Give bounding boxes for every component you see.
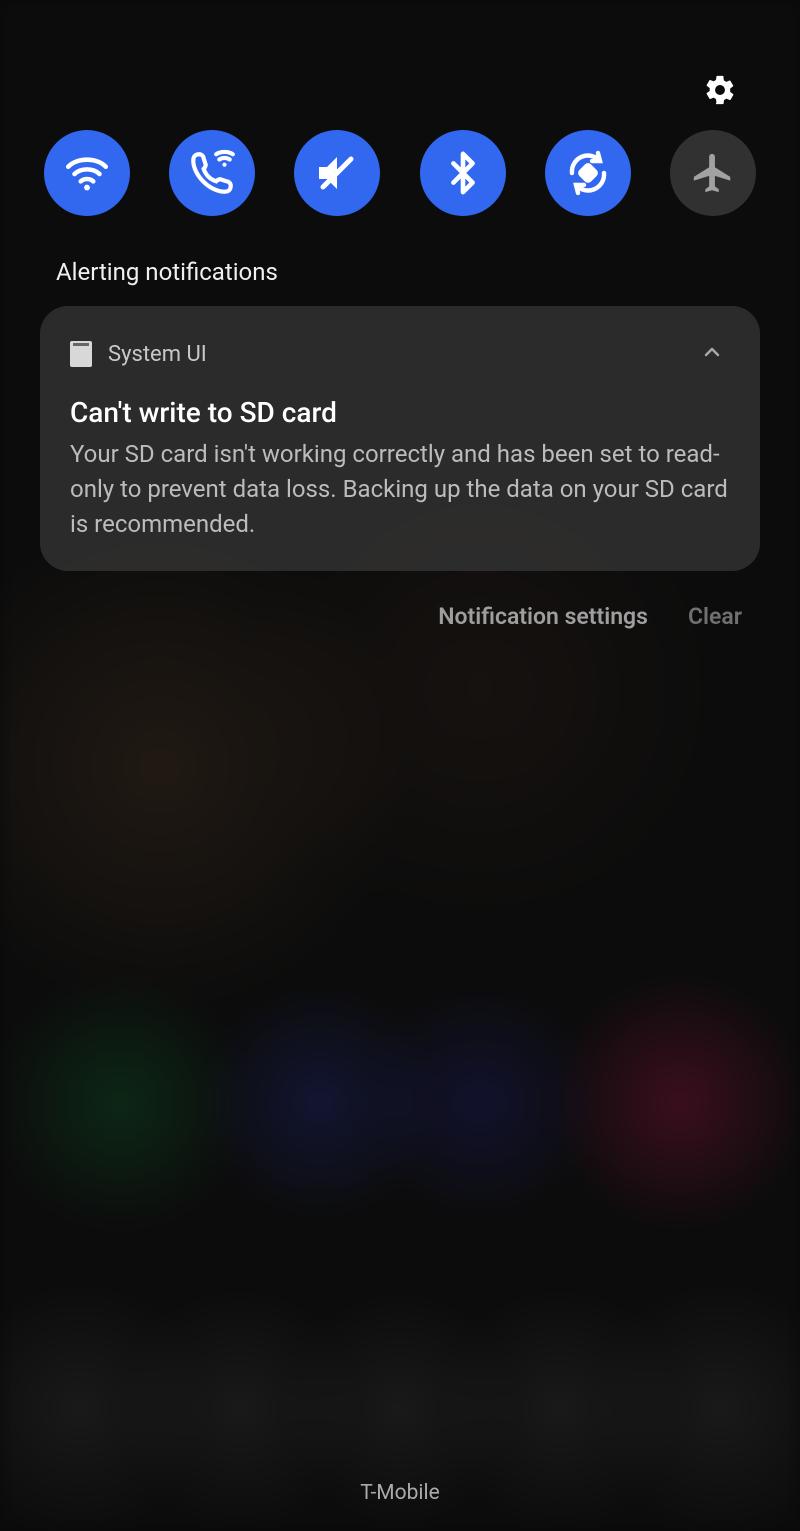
notification-settings-button[interactable]: Notification settings <box>438 603 648 630</box>
notification-title: Can't write to SD card <box>70 396 730 429</box>
auto-rotate-icon <box>564 149 612 197</box>
qs-tile-wifi[interactable] <box>44 130 130 216</box>
section-header-alerting: Alerting notifications <box>40 258 760 286</box>
bluetooth-icon <box>440 150 486 196</box>
notification-app-name: System UI <box>108 342 678 367</box>
airplane-icon <box>690 150 736 196</box>
notification-collapse-button[interactable] <box>694 334 730 374</box>
wifi-icon <box>62 148 112 198</box>
qs-tile-wifi-calling[interactable] <box>169 130 255 216</box>
qs-settings-button[interactable] <box>698 68 742 112</box>
sd-card-icon <box>70 341 92 367</box>
gear-icon <box>703 73 737 107</box>
wifi-calling-icon <box>187 148 237 198</box>
mute-icon <box>313 149 361 197</box>
quick-settings-row <box>40 130 760 216</box>
qs-tile-airplane-mode[interactable] <box>670 130 756 216</box>
carrier-label: T-Mobile <box>0 1481 800 1505</box>
clear-button[interactable]: Clear <box>688 603 742 630</box>
notification-card[interactable]: System UI Can't write to SD card Your SD… <box>40 306 760 571</box>
qs-tile-mute[interactable] <box>294 130 380 216</box>
qs-tile-bluetooth[interactable] <box>420 130 506 216</box>
chevron-up-icon <box>700 340 724 364</box>
qs-tile-auto-rotate[interactable] <box>545 130 631 216</box>
notification-body: Your SD card isn't working correctly and… <box>70 437 730 541</box>
